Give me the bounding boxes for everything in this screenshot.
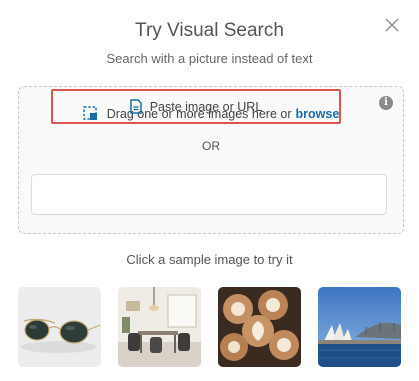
document-icon [129, 99, 142, 114]
sample-image-dining-room[interactable] [118, 287, 201, 367]
sample-image-latte-art[interactable] [218, 287, 301, 367]
sample-image-sunglasses[interactable] [18, 287, 101, 367]
or-divider: OR [202, 139, 220, 153]
paste-image-url-box[interactable] [31, 174, 387, 215]
sample-prompt: Click a sample image to try it [126, 252, 293, 267]
close-icon [385, 18, 399, 32]
close-button[interactable] [383, 16, 401, 34]
paste-image-url-button[interactable]: Paste image or URL [51, 89, 341, 124]
paste-label: Paste image or URL [149, 99, 263, 114]
dialog-title: Try Visual Search [135, 20, 284, 41]
dialog-subtitle: Search with a picture instead of text [106, 51, 313, 66]
sample-image-sydney-opera-house[interactable] [318, 287, 401, 367]
sample-images [18, 287, 402, 367]
